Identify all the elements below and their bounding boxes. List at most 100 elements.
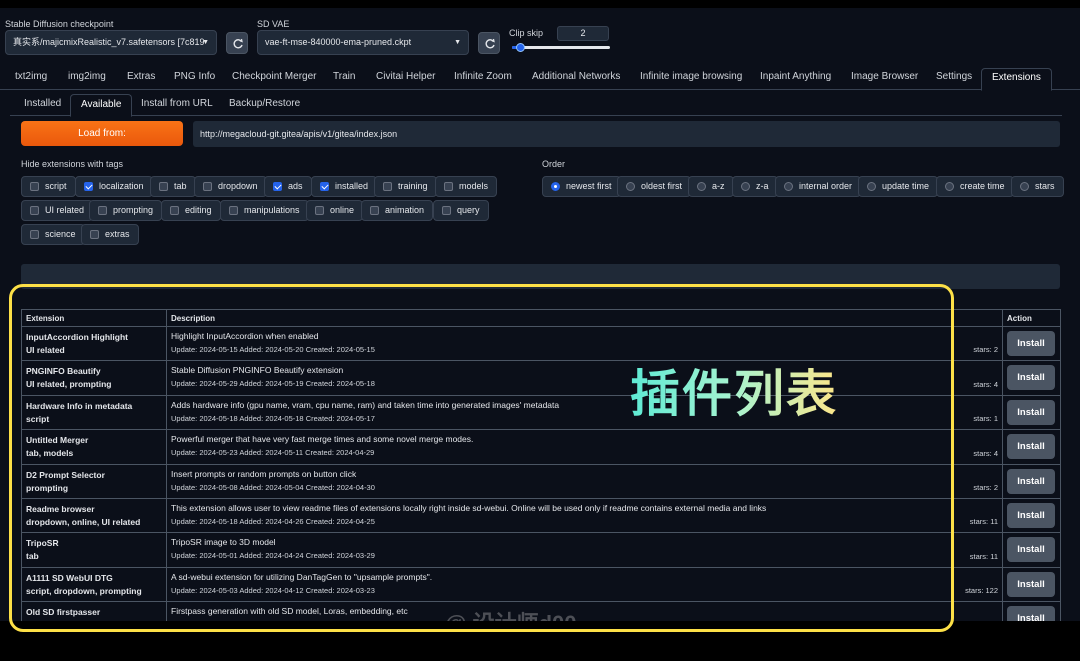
tag-checkbox-dropdown[interactable]: dropdown [194, 176, 267, 197]
checkbox-icon [98, 206, 107, 215]
vae-value: vae-ft-mse-840000-ema-pruned.ckpt [265, 37, 412, 47]
tab-infinite-zoom[interactable]: Infinite Zoom [454, 71, 512, 82]
checkpoint-select[interactable]: 真实系/majicmixRealistic_v7.safetensors [7c… [5, 30, 217, 55]
refresh-icon [485, 38, 495, 49]
tag-label: editing [185, 205, 212, 215]
order-radio-create-time[interactable]: create time [936, 176, 1014, 197]
order-radio-a-z[interactable]: a-z [688, 176, 734, 197]
refresh-vae-button[interactable] [478, 32, 500, 54]
tag-label: tab [174, 181, 187, 191]
install-button[interactable]: Install [1007, 331, 1055, 356]
tab-civitai-helper[interactable]: Civitai Helper [376, 71, 435, 82]
tag-checkbox-localization[interactable]: localization [75, 176, 153, 197]
action-cell: Install [1002, 601, 1061, 621]
tag-checkbox-editing[interactable]: editing [161, 200, 221, 221]
action-cell: Install [1002, 566, 1061, 603]
tag-checkbox-prompting[interactable]: prompting [89, 200, 163, 221]
chevron-down-icon: ▼ [454, 39, 461, 46]
install-button[interactable]: Install [1007, 468, 1055, 494]
install-button[interactable]: Install [1007, 537, 1055, 563]
tag-checkbox-query[interactable]: query [433, 200, 489, 221]
tag-label: animation [385, 205, 425, 215]
clip-skip-slider[interactable] [512, 46, 610, 49]
extension-stars: stars: 1 [973, 414, 998, 424]
radio-icon [697, 182, 706, 191]
tab-train[interactable]: Train [333, 71, 355, 82]
action-cell: Install [1002, 394, 1061, 431]
radio-icon [867, 182, 876, 191]
order-label-text: update time [882, 181, 930, 191]
order-radio-internal-order[interactable]: internal order [775, 176, 862, 197]
tag-checkbox-animation[interactable]: animation [361, 200, 434, 221]
vae-label: SD VAE [257, 19, 290, 29]
clip-skip-input[interactable]: 2 [557, 26, 609, 41]
tag-checkbox-online[interactable]: online [306, 200, 364, 221]
tag-checkbox-ads[interactable]: ads [264, 176, 312, 197]
radio-icon [784, 182, 793, 191]
tag-checkbox-script[interactable]: script [21, 176, 76, 197]
tab-checkpoint-merger[interactable]: Checkpoint Merger [232, 71, 316, 82]
tab-install-from-url[interactable]: Install from URL [141, 98, 213, 109]
tab-image-browser[interactable]: Image Browser [851, 71, 918, 82]
tag-label: science [45, 229, 76, 239]
clip-skip-slider-thumb[interactable] [516, 43, 525, 52]
action-cell: Install [1002, 497, 1061, 534]
order-label-text: create time [960, 181, 1005, 191]
checkpoint-value: 真实系/majicmixRealistic_v7.safetensors [7c… [13, 37, 205, 47]
checkbox-icon [383, 182, 392, 191]
tag-checkbox-extras[interactable]: extras [81, 224, 139, 245]
tag-checkbox-tab[interactable]: tab [150, 176, 196, 197]
order-label-text: z-a [756, 181, 769, 191]
install-button[interactable]: Install [1007, 399, 1055, 425]
tab-backup-restore[interactable]: Backup/Restore [229, 98, 300, 109]
tab-infinite-image-browsing[interactable]: Infinite image browsing [640, 71, 742, 82]
order-label-text: oldest first [641, 181, 683, 191]
tag-label: localization [99, 181, 144, 191]
action-cell: Install [1002, 463, 1061, 499]
checkbox-icon [170, 206, 179, 215]
tab-additional-networks[interactable]: Additional Networks [532, 71, 620, 82]
tag-checkbox-training[interactable]: training [374, 176, 437, 197]
tab-extensions[interactable]: Extensions [981, 68, 1052, 91]
vae-select[interactable]: vae-ft-mse-840000-ema-pruned.ckpt ▼ [257, 30, 469, 55]
extension-stars: stars: 4 [973, 379, 998, 389]
hide-tags-label: Hide extensions with tags [21, 159, 124, 169]
checkbox-icon [159, 182, 168, 191]
install-button[interactable]: Install [1007, 571, 1055, 597]
action-cell: Install [1002, 429, 1061, 465]
tag-checkbox-science[interactable]: science [21, 224, 85, 245]
install-button[interactable]: Install [1007, 502, 1055, 528]
order-radio-newest-first[interactable]: newest first [542, 176, 621, 197]
tab-installed[interactable]: Installed [24, 98, 61, 109]
index-url-input[interactable]: http://megacloud-git.gitea/apis/v1/gitea… [193, 121, 1060, 147]
tab-available[interactable]: Available [70, 94, 133, 117]
tab-settings[interactable]: Settings [936, 71, 972, 82]
install-button[interactable]: Install [1007, 365, 1055, 391]
tag-checkbox-ui-related[interactable]: UI related [21, 200, 94, 221]
refresh-checkpoint-button[interactable] [226, 32, 248, 54]
order-radio-update-time[interactable]: update time [858, 176, 939, 197]
tag-label: UI related [45, 205, 85, 215]
tab-img2img[interactable]: img2img [68, 71, 106, 82]
chevron-down-icon: ▼ [202, 39, 209, 46]
tag-label: dropdown [218, 181, 258, 191]
order-radio-z-a[interactable]: z-a [732, 176, 778, 197]
tab-png-info[interactable]: PNG Info [174, 71, 215, 82]
tab-inpaint-anything[interactable]: Inpaint Anything [760, 71, 831, 82]
install-button[interactable]: Install [1007, 606, 1055, 621]
checkbox-icon [30, 182, 39, 191]
tab-txt2img[interactable]: txt2img [15, 71, 47, 82]
order-radio-stars[interactable]: stars [1011, 176, 1064, 197]
main-tabs: txt2img img2img Extras PNG Info Checkpoi… [0, 68, 1080, 91]
install-button[interactable]: Install [1007, 434, 1055, 460]
order-radio-oldest-first[interactable]: oldest first [617, 176, 692, 197]
extension-sub-tabs: Installed Available Install from URL Bac… [10, 94, 1062, 117]
tag-checkbox-manipulations[interactable]: manipulations [220, 200, 309, 221]
extension-stars: stars: 4 [973, 448, 998, 458]
tag-checkbox-installed[interactable]: installed [311, 176, 378, 197]
load-from-button[interactable]: Load from: [21, 121, 183, 146]
tag-checkbox-models[interactable]: models [435, 176, 498, 197]
tab-extras[interactable]: Extras [127, 71, 155, 82]
tag-label: query [457, 205, 480, 215]
checkbox-checked-icon [320, 182, 329, 191]
